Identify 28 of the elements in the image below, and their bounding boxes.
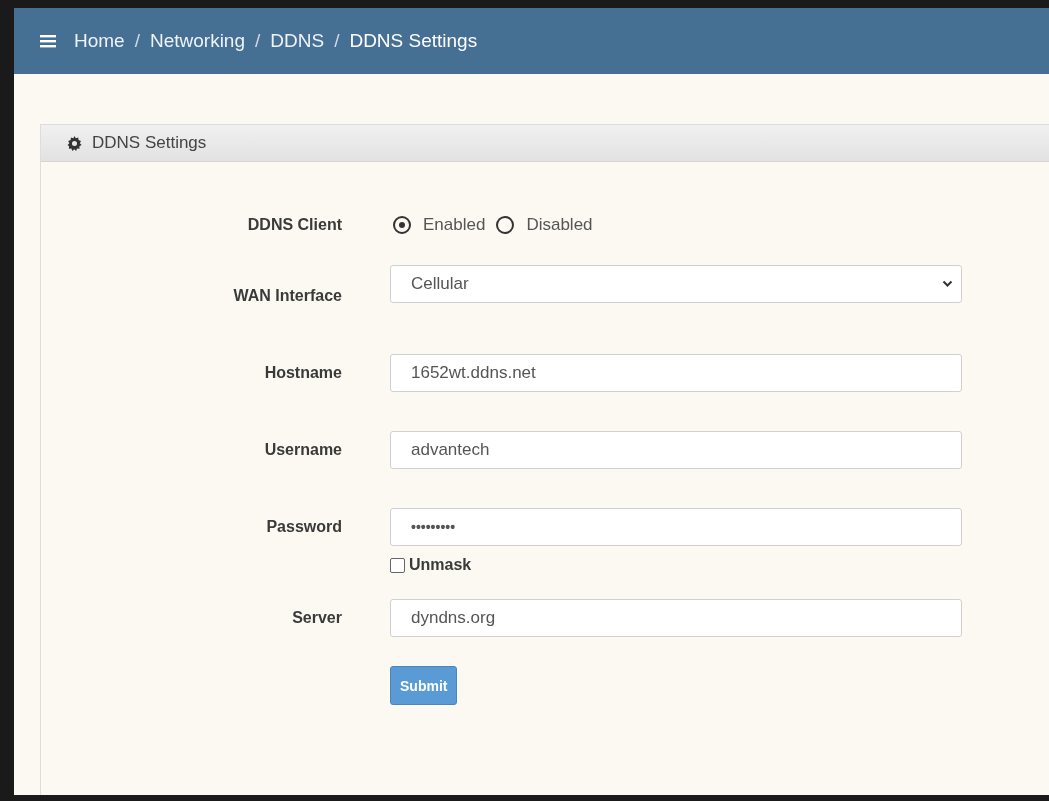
breadcrumb-item: DDNS Settings xyxy=(349,30,478,52)
input-field[interactable]: dyndns.org xyxy=(390,599,962,637)
breadcrumb-separator: / xyxy=(255,30,261,52)
chevron-down-icon xyxy=(942,280,953,288)
breadcrumb-separator: / xyxy=(334,30,340,52)
select-field[interactable]: Cellular xyxy=(390,265,962,303)
field-label: Server xyxy=(291,608,343,628)
breadcrumb-item[interactable]: DDNS xyxy=(270,30,325,52)
radio-button[interactable] xyxy=(496,216,515,234)
breadcrumb-item[interactable]: Home xyxy=(74,30,125,52)
menu-icon[interactable] xyxy=(40,34,56,48)
password-field[interactable]: ••••••••• xyxy=(390,508,962,546)
field-label: DDNS Client xyxy=(246,215,343,235)
field-label: WAN Interface xyxy=(232,286,343,306)
input-field[interactable]: 1652wt.ddns.net xyxy=(390,354,962,392)
breadcrumb-item[interactable]: Networking xyxy=(149,30,245,52)
panel-title: DDNS Settings xyxy=(92,133,207,153)
radio-label[interactable]: Enabled xyxy=(423,215,486,235)
input-field[interactable]: advantech xyxy=(390,431,962,469)
checkbox[interactable] xyxy=(390,557,405,573)
field-label: Username xyxy=(263,440,343,460)
breadcrumb-separator: / xyxy=(134,30,140,52)
field-label: Password xyxy=(265,517,343,537)
radio-label[interactable]: Disabled xyxy=(526,215,593,235)
field-label: Hostname xyxy=(263,363,343,383)
gear-icon xyxy=(67,135,82,151)
checkbox-label[interactable]: Unmask xyxy=(409,556,472,574)
radio-button[interactable] xyxy=(393,216,411,234)
